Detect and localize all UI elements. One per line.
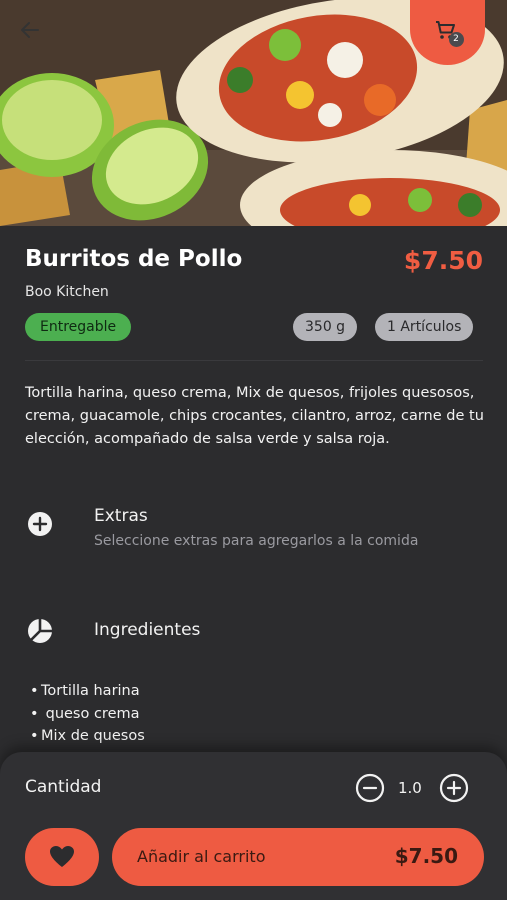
add-to-cart-label: Añadir al carrito bbox=[137, 847, 266, 866]
arrow-left-icon bbox=[21, 22, 39, 38]
quantity-label: Cantidad bbox=[25, 777, 102, 797]
pie-chart-icon bbox=[28, 619, 52, 643]
divider bbox=[25, 360, 483, 361]
ingredient-item: Mix de quesos bbox=[30, 725, 145, 748]
plus-circle-icon[interactable] bbox=[27, 511, 53, 537]
plus-circle-icon[interactable] bbox=[439, 773, 469, 803]
add-to-cart-button[interactable]: Añadir al carrito $7.50 bbox=[112, 828, 484, 886]
ingredients-list: Tortilla harina queso crema Mix de queso… bbox=[30, 680, 145, 748]
product-price: $7.50 bbox=[403, 246, 483, 275]
cart-count-badge: 2 bbox=[448, 31, 464, 47]
vendor-name: Boo Kitchen bbox=[25, 284, 109, 300]
minus-circle-icon[interactable] bbox=[355, 773, 385, 803]
weight-badge: 350 g bbox=[293, 313, 358, 341]
items-count-badge: 1 Artículos bbox=[375, 313, 474, 341]
favorite-button[interactable] bbox=[25, 828, 99, 886]
extras-subtitle: Seleccione extras para agregarlos a la c… bbox=[94, 533, 419, 549]
deliverable-badge: Entregable bbox=[25, 313, 132, 341]
product-image: 2 bbox=[0, 0, 507, 226]
product-description: Tortilla harina, queso crema, Mix de que… bbox=[25, 385, 484, 447]
ingredient-item: queso crema bbox=[30, 703, 145, 726]
ingredients-title: Ingredientes bbox=[94, 620, 201, 640]
product-title: Burritos de Pollo bbox=[25, 246, 243, 272]
heart-icon bbox=[50, 846, 74, 867]
quantity-value: 1.0 bbox=[398, 779, 422, 797]
add-to-cart-price: $7.50 bbox=[394, 844, 458, 868]
extras-title[interactable]: Extras bbox=[94, 506, 148, 526]
back-button[interactable] bbox=[18, 18, 54, 54]
ingredient-item: Tortilla harina bbox=[30, 680, 145, 703]
